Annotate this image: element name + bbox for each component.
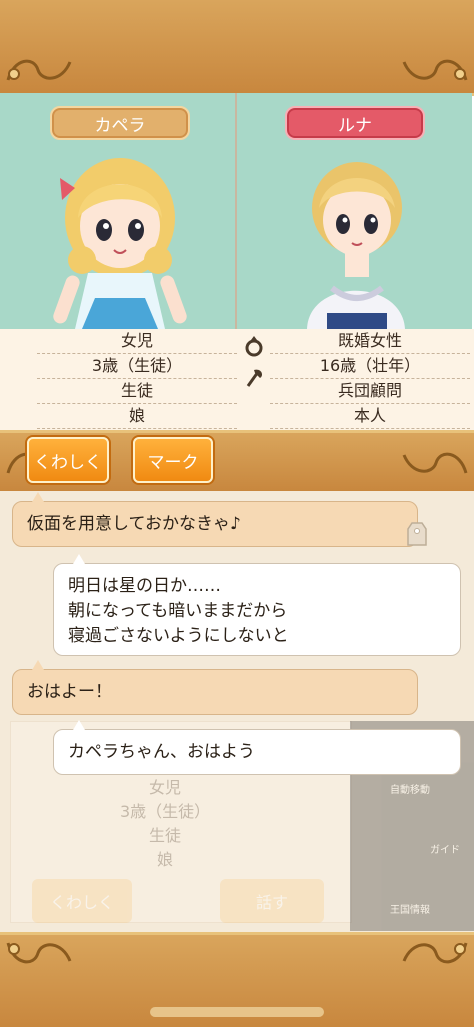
character-name-right: ルナ	[285, 106, 425, 140]
bottom-ornament-strip	[150, 1007, 324, 1017]
bottom-frame-bar	[0, 932, 474, 1027]
background-detail-button: くわしく	[32, 879, 132, 923]
ornament-left-icon	[6, 59, 72, 81]
character-right-avatar[interactable]	[237, 148, 472, 329]
ornament-right-icon	[402, 59, 468, 81]
chat-message-text: 仮面を用意しておかなきゃ♪	[27, 514, 241, 534]
info-relation-left: 娘	[37, 404, 237, 429]
chat-bubble-right: 明日は星の日か…… 朝になっても暗いままだから 寝過ごさないようにしないと	[53, 563, 461, 656]
chat-area[interactable]: 女児 3歳（生徒） 生徒 娘 くわしく 話す 自動移動 ガイド 王国情報 仮面を…	[0, 491, 474, 932]
background-info-line: 生徒	[148, 826, 181, 845]
background-menu-label: 王国情報	[390, 905, 430, 916]
bubble-tail	[32, 660, 44, 670]
background-menu-label: ガイド	[430, 845, 460, 856]
chat-bubble-right: カペラちゃん、おはよう	[53, 729, 461, 775]
background-talk-button: 話す	[220, 879, 324, 923]
portrait-panel-right: ルナ	[237, 93, 472, 329]
info-list-left: 女児 3歳（生徒） 生徒 娘	[37, 329, 237, 429]
info-age-left: 3歳（生徒）	[37, 354, 237, 379]
bubble-tail	[32, 492, 44, 502]
ornament-right-icon	[402, 452, 468, 474]
chat-bubble-left: 仮面を用意しておかなきゃ♪	[12, 501, 418, 547]
top-frame-bar	[0, 0, 474, 96]
chat-message-text: カペラちゃん、おはよう	[68, 742, 255, 762]
tag-icon	[407, 522, 427, 546]
info-gender-left: 女児	[37, 329, 237, 354]
info-relation-right: 本人	[270, 404, 470, 429]
bubble-tail	[73, 554, 85, 564]
info-age-right: 16歳（壮年）	[270, 354, 470, 379]
info-gender-right: 既婚女性	[270, 329, 470, 354]
background-menu-label: 自動移動	[390, 785, 430, 796]
ring-icon	[245, 336, 263, 357]
chat-bubble-left: おはよー！	[12, 669, 418, 715]
character-name-left: カペラ	[50, 106, 190, 140]
background-info-list: 女児 3歳（生徒） 生徒 娘	[120, 776, 210, 872]
info-list-right: 既婚女性 16歳（壮年） 兵団顧問 本人	[270, 329, 470, 429]
character-left-avatar[interactable]	[0, 148, 235, 329]
background-info-line: 3歳（生徒）	[120, 802, 211, 821]
ornament-left-icon	[6, 942, 72, 964]
detail-button[interactable]: くわしく	[27, 437, 109, 483]
chat-message-line: 明日は星の日か……	[68, 576, 221, 596]
bubble-tail	[73, 720, 85, 730]
mark-button[interactable]: マーク	[133, 437, 213, 483]
info-job-right: 兵団顧問	[270, 379, 470, 404]
chat-message-text: おはよー！	[27, 682, 112, 702]
info-job-left: 生徒	[37, 379, 237, 404]
chat-message-line: 朝になっても暗いままだから	[68, 601, 288, 621]
axe-icon	[246, 369, 262, 387]
portrait-panel-left: カペラ	[0, 93, 235, 329]
background-info-line: 娘	[156, 850, 173, 869]
chat-message-line: 寝過ごさないようにしないと	[68, 626, 289, 646]
ornament-right-icon	[402, 942, 468, 964]
background-info-line: 女児	[148, 778, 181, 797]
